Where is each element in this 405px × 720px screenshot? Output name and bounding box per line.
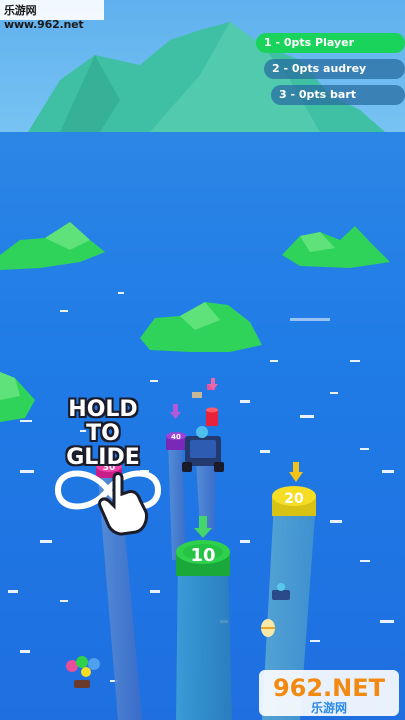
pillar-10 [176,560,232,720]
platform-40-label: 40 [171,433,181,441]
leaderboard-row-1-text: 1 - 0pts Player [264,36,355,49]
leaderboard-row-3-text: 3 - 0pts bart [279,88,357,101]
leaderboard-row-2-text: 2 - 0pts audrey [272,62,367,75]
platform-red [206,407,218,426]
watermark-bottom: 962.NET 乐游网 [259,670,399,716]
game-scene[interactable]: 40 10 20 30 [0,0,405,720]
watermark-bottom-sub: 乐游网 [311,700,347,715]
platform-20-label: 20 [284,491,304,507]
opponent-egg [261,619,275,637]
distant-vehicle [192,392,202,398]
platform-10: 10 [176,540,230,576]
hold-to-glide-hint: HOLD TO GLIDE [48,398,158,470]
leaderboard-row-2: 2 - 0pts audrey [264,59,405,79]
platform-10-label: 10 [190,545,215,566]
hint-line-1: HOLD TO [68,397,138,446]
watermark-top-text: 乐游网 www.962.net [4,4,84,31]
platform-40: 40 [166,432,186,450]
leaderboard-row-1: 1 - 0pts Player [256,33,405,53]
platform-20: 20 [272,486,316,516]
watermark-top: 乐游网 www.962.net [0,0,104,31]
hint-line-2: GLIDE [66,445,140,470]
leaderboard-row-3: 3 - 0pts bart [271,85,405,105]
watermark-bottom-main: 962.NET [273,674,386,702]
